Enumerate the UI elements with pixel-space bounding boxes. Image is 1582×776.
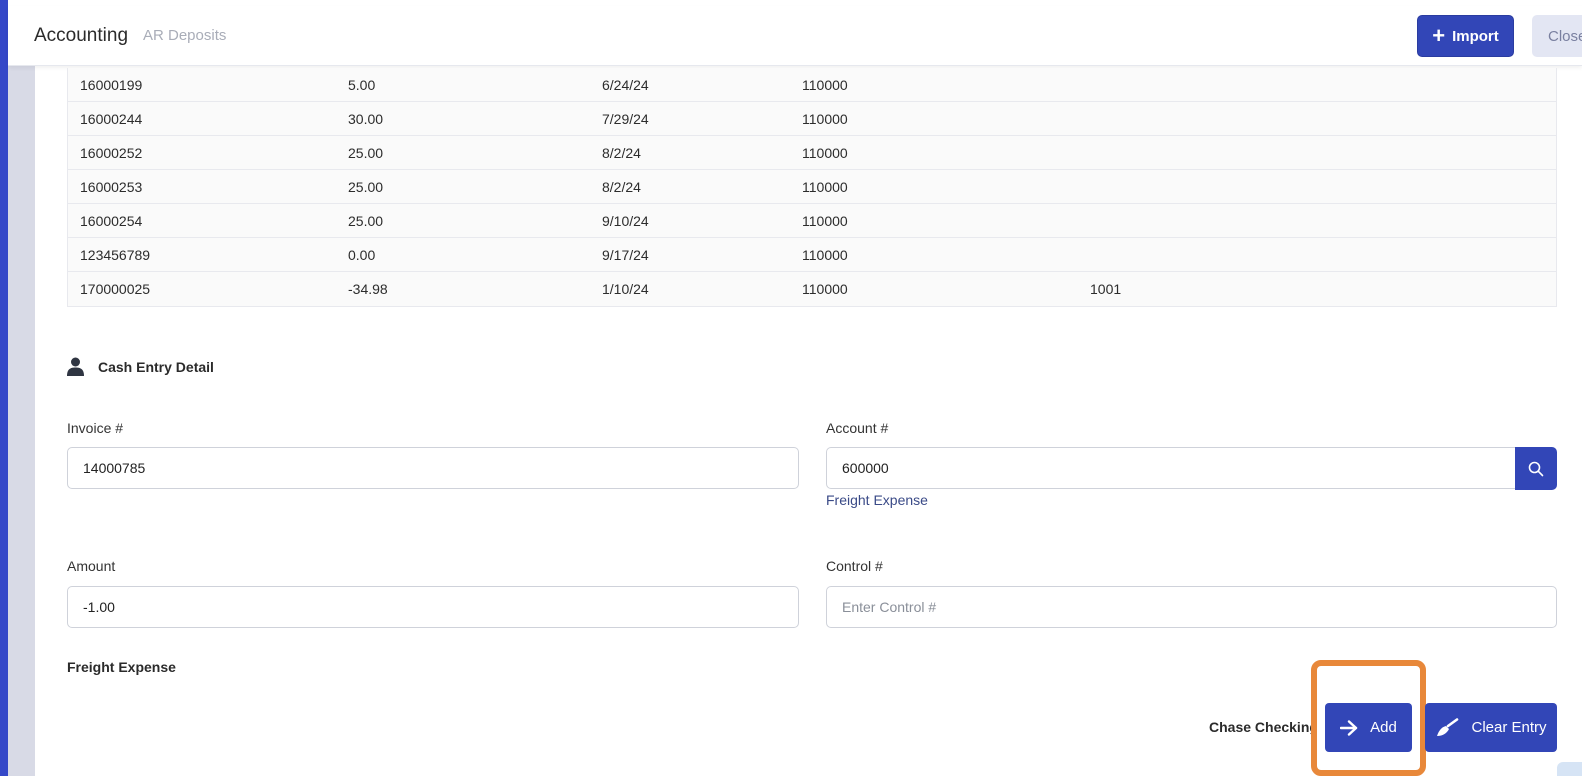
- entry-description: Freight Expense: [67, 659, 176, 675]
- table-row[interactable]: 16000254 25.00 9/10/24 110000: [68, 204, 1556, 238]
- table-row[interactable]: 16000244 30.00 7/29/24 110000: [68, 102, 1556, 136]
- search-icon: [1528, 461, 1544, 476]
- table-cell: 1/10/24: [602, 281, 649, 297]
- account-input[interactable]: [826, 447, 1516, 489]
- table-cell: 5.00: [348, 77, 376, 93]
- table-cell: 16000253: [80, 179, 143, 195]
- table-cell: 1001: [1090, 281, 1122, 297]
- amount-input[interactable]: [67, 586, 799, 628]
- table-cell: 25.00: [348, 179, 384, 195]
- table-cell: 9/17/24: [602, 247, 649, 263]
- table-cell: 6/24/24: [602, 77, 649, 93]
- table-cell: 8/2/24: [602, 179, 641, 195]
- table-cell: 8/2/24: [602, 145, 641, 161]
- table-cell: 16000244: [80, 111, 143, 127]
- table-cell: 16000199: [80, 77, 143, 93]
- invoice-input[interactable]: [67, 447, 799, 489]
- table-row[interactable]: 16000199 5.00 6/24/24 110000: [68, 68, 1556, 102]
- close-button-label: Close: [1548, 27, 1582, 45]
- sidebar-shade: [8, 65, 35, 776]
- plus-icon: +: [1432, 23, 1446, 48]
- table-cell: 7/29/24: [602, 111, 649, 127]
- deposits-table: 16000199 5.00 6/24/24 110000 16000244 30…: [67, 68, 1557, 307]
- table-cell: 16000254: [80, 213, 143, 229]
- table-cell: 110000: [802, 145, 848, 161]
- table-cell: 110000: [802, 247, 848, 263]
- invoice-label: Invoice #: [67, 420, 124, 436]
- table-row[interactable]: 170000025 -34.98 1/10/24 110000 1001: [68, 272, 1556, 306]
- clear-entry-label: Clear Entry: [1471, 719, 1547, 736]
- table-cell: 9/10/24: [602, 213, 649, 229]
- section-title: Cash Entry Detail: [98, 358, 214, 375]
- section-heading: Cash Entry Detail: [67, 357, 214, 376]
- table-cell: 16000252: [80, 145, 143, 161]
- table-cell: 30.00: [348, 111, 384, 127]
- control-input[interactable]: [826, 586, 1557, 628]
- table-cell: 25.00: [348, 145, 384, 161]
- import-button-label: Import: [1452, 27, 1499, 45]
- import-button[interactable]: + Import: [1417, 15, 1514, 57]
- broom-icon: [1437, 717, 1459, 736]
- table-row[interactable]: 16000253 25.00 8/2/24 110000: [68, 170, 1556, 204]
- close-button[interactable]: Close: [1532, 15, 1582, 57]
- table-cell: 0.00: [348, 247, 376, 263]
- table-cell: 123456789: [80, 247, 151, 263]
- account-search-button[interactable]: [1515, 447, 1557, 490]
- app-title: Accounting: [34, 25, 129, 46]
- account-label: Account #: [826, 420, 889, 436]
- table-row[interactable]: 16000252 25.00 8/2/24 110000: [68, 136, 1556, 170]
- app-header: Accounting AR Deposits + Import Close: [8, 6, 1582, 66]
- table-cell: 170000025: [80, 281, 151, 297]
- table-cell: 110000: [802, 281, 848, 297]
- scroll-corner: [1557, 762, 1582, 776]
- table-cell: 110000: [802, 77, 848, 93]
- left-nav-strip: [0, 0, 8, 776]
- clear-entry-button[interactable]: Clear Entry: [1425, 703, 1557, 752]
- table-cell: -34.98: [348, 281, 388, 297]
- table-row[interactable]: 123456789 0.00 9/17/24 110000: [68, 238, 1556, 272]
- account-description: Freight Expense: [826, 492, 928, 508]
- table-cell: 110000: [802, 179, 848, 195]
- user-icon: [67, 357, 84, 376]
- bank-account-label: Chase Checking: [1209, 719, 1318, 735]
- table-cell: 110000: [802, 213, 848, 229]
- amount-label: Amount: [67, 558, 116, 574]
- breadcrumb[interactable]: AR Deposits: [143, 27, 226, 44]
- table-cell: 110000: [802, 111, 848, 127]
- table-cell: 25.00: [348, 213, 384, 229]
- control-label: Control #: [826, 558, 883, 574]
- highlight-box: [1311, 660, 1426, 776]
